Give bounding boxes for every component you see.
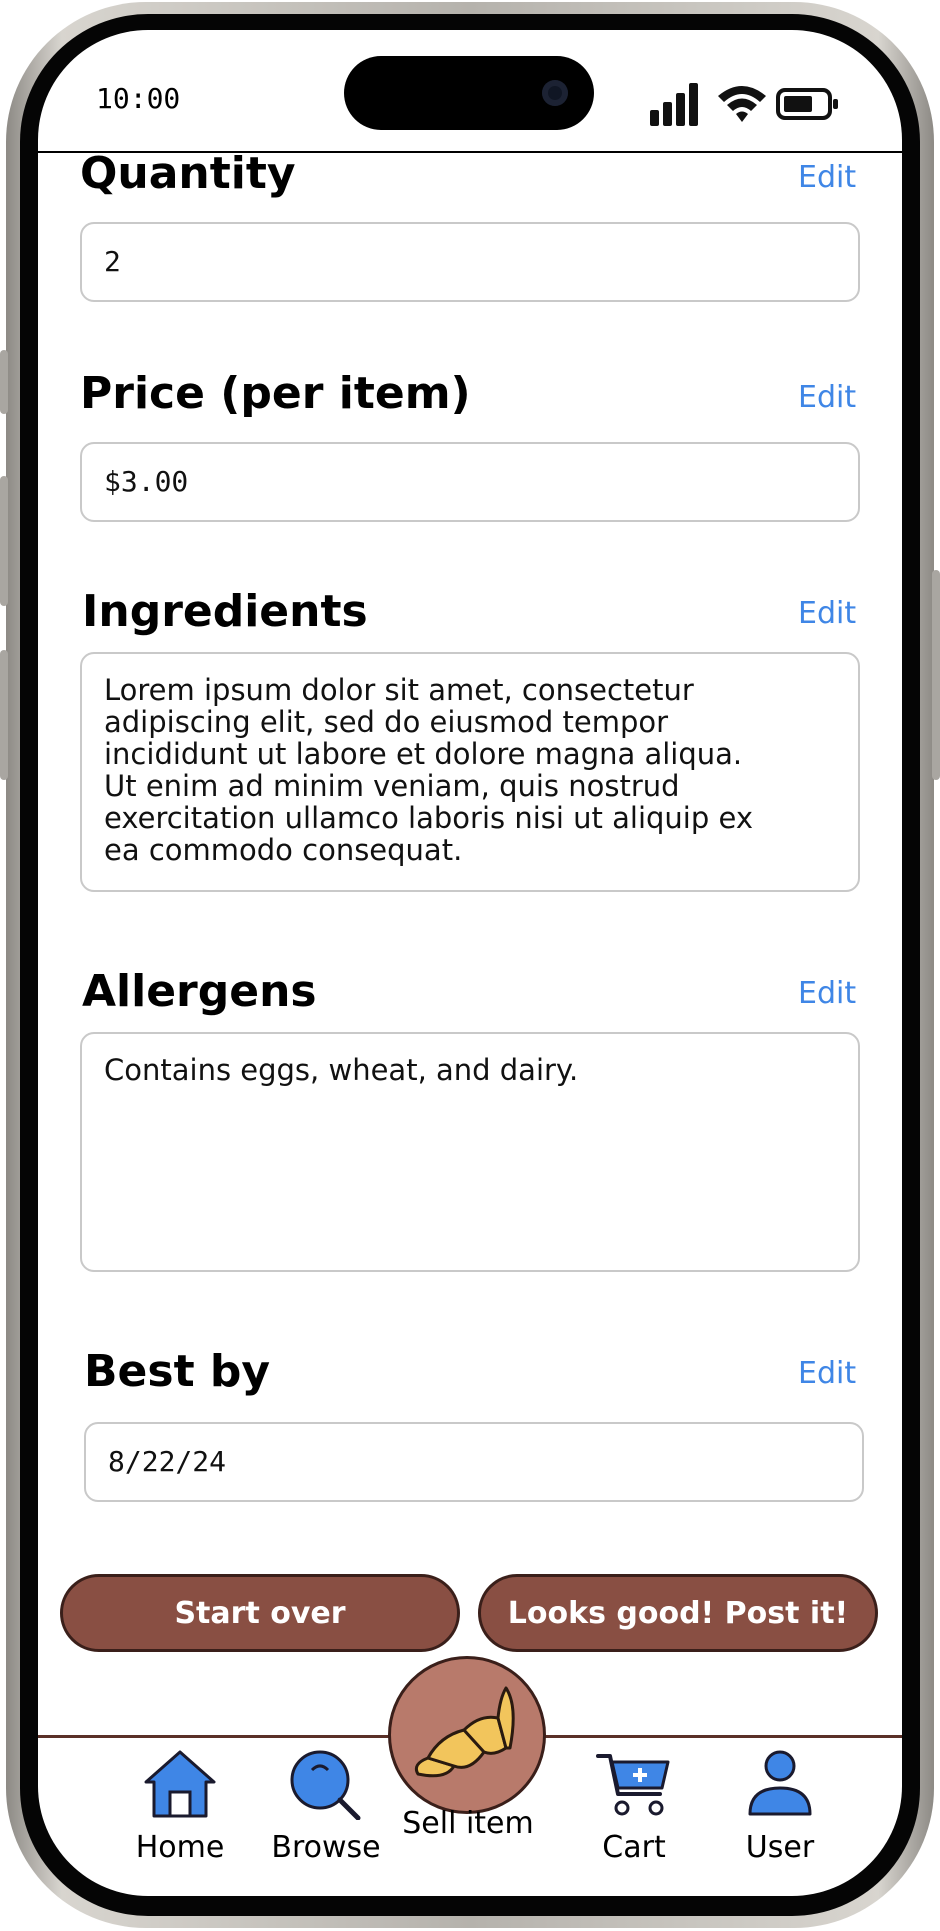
nav-cart-label: Cart: [602, 1830, 666, 1865]
cart-icon: [596, 1754, 670, 1816]
camera-icon: [542, 80, 568, 106]
best-by-edit-link[interactable]: Edit: [798, 1356, 856, 1391]
dynamic-island: [344, 56, 594, 130]
best-by-label: Best by: [84, 1346, 271, 1397]
sell-item-button[interactable]: [388, 1656, 546, 1814]
price-field[interactable]: $3.00: [80, 442, 860, 522]
allergens-edit-link[interactable]: Edit: [798, 976, 856, 1011]
ingredients-edit-link[interactable]: Edit: [798, 596, 856, 631]
quantity-label: Quantity: [80, 148, 296, 199]
nav-home[interactable]: Home: [110, 1748, 250, 1868]
status-icons: [650, 80, 850, 130]
post-button[interactable]: Looks good! Post it!: [478, 1574, 878, 1652]
search-icon: [290, 1750, 361, 1820]
quantity-edit-link[interactable]: Edit: [798, 160, 856, 195]
sell-item-label: Sell item: [402, 1806, 534, 1841]
best-by-field[interactable]: 8/22/24: [84, 1422, 864, 1502]
wifi-icon: [718, 86, 766, 122]
ingredients-label: Ingredients: [82, 586, 368, 637]
price-edit-link[interactable]: Edit: [798, 380, 856, 415]
price-label: Price (per item): [80, 368, 471, 419]
signal-icon: [650, 83, 698, 126]
nav-cart[interactable]: Cart: [564, 1748, 704, 1868]
start-over-button[interactable]: Start over: [60, 1574, 460, 1652]
allergens-field[interactable]: Contains eggs, wheat, and dairy.: [80, 1032, 860, 1272]
status-time: 10:00: [96, 82, 181, 115]
quantity-field[interactable]: 2: [80, 222, 860, 302]
side-button-volume-down: [0, 650, 8, 780]
allergens-label: Allergens: [82, 966, 317, 1017]
battery-icon: [776, 88, 838, 120]
side-button-power: [932, 570, 940, 780]
ingredients-field[interactable]: Lorem ipsum dolor sit amet, consectetur …: [80, 652, 860, 892]
side-button-volume-up: [0, 476, 8, 606]
croissant-icon: [414, 1686, 515, 1778]
screen: 10:00 Quantity Edit 2 Price (per item) E…: [38, 30, 902, 1896]
nav-user[interactable]: User: [710, 1748, 850, 1868]
side-button-silent: [0, 350, 8, 414]
user-icon: [748, 1750, 812, 1816]
nav-user-label: User: [745, 1830, 815, 1865]
home-icon: [144, 1750, 216, 1818]
nav-home-label: Home: [135, 1830, 225, 1865]
